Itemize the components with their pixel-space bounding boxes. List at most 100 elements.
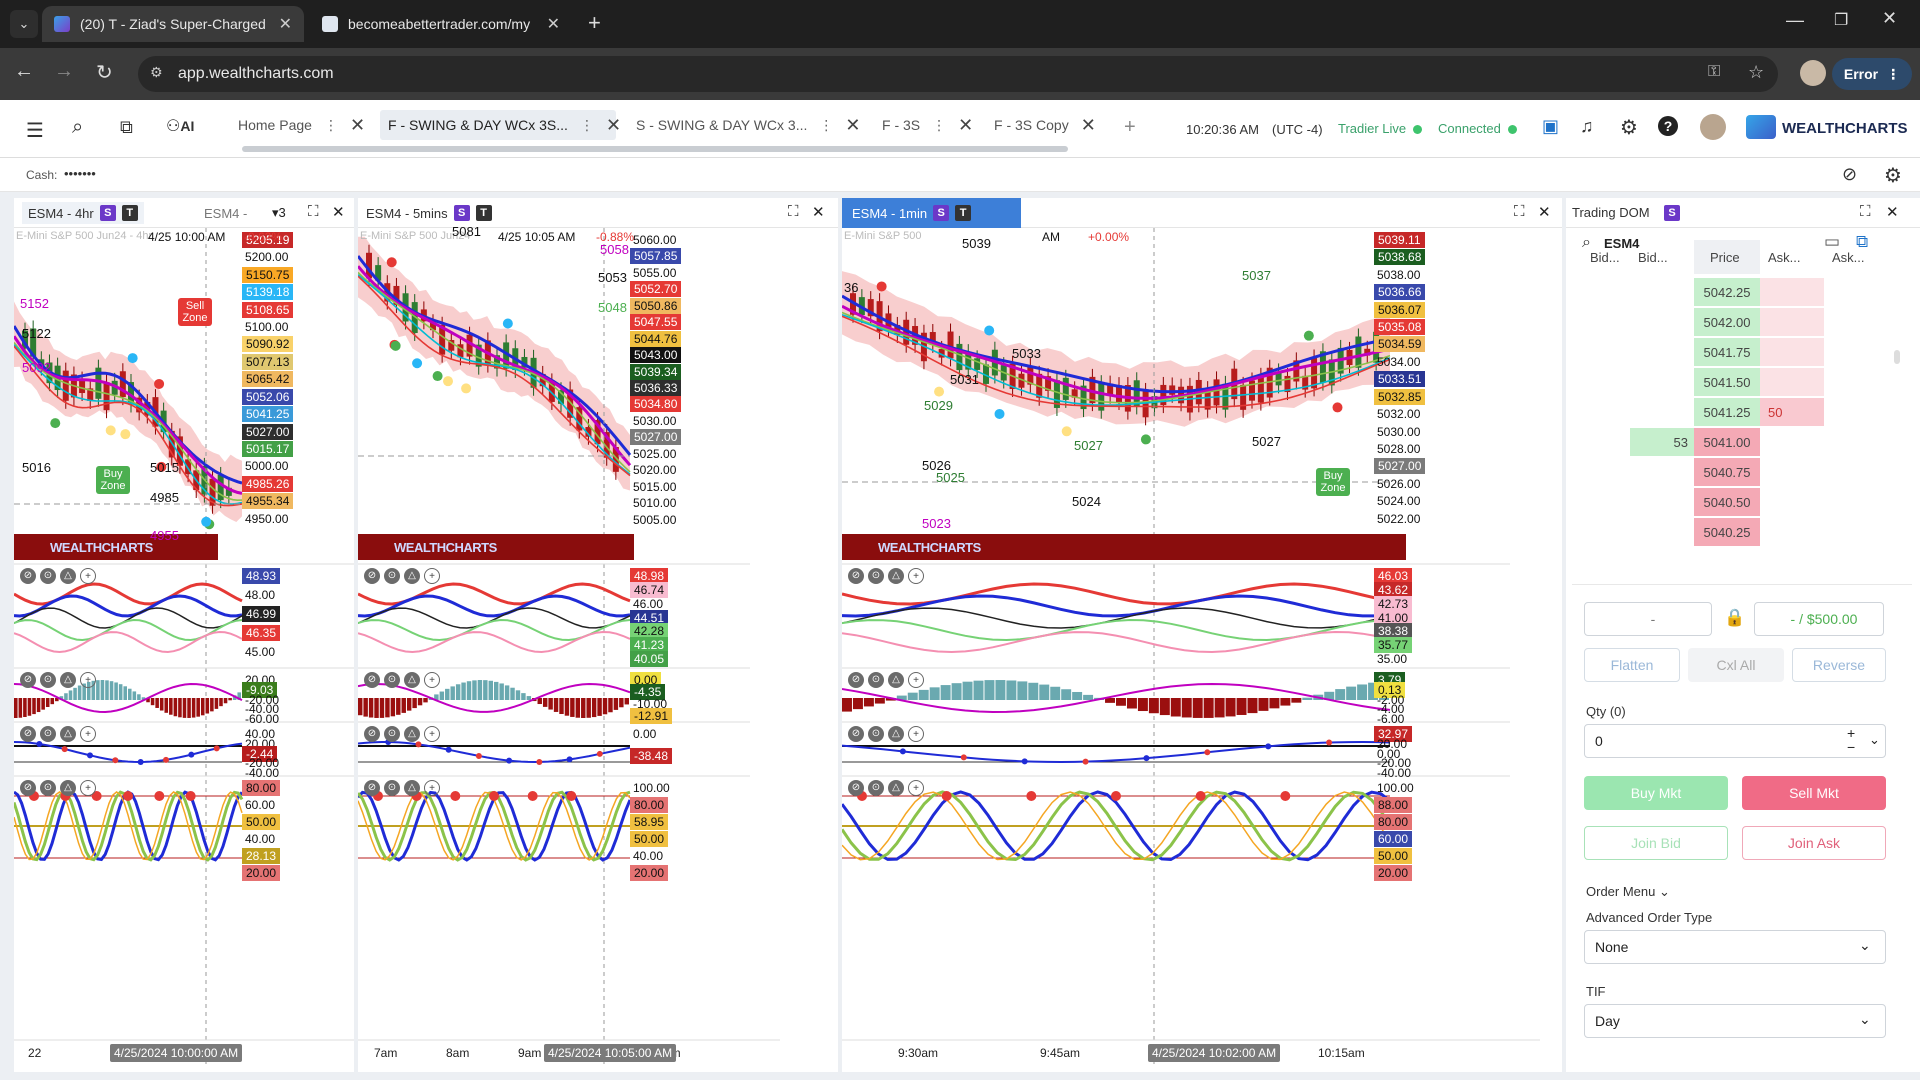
indicator-up-icon[interactable]: △ (60, 780, 76, 796)
chart-tab-esm4-4hr[interactable]: ESM4 - 4hr S T (22, 202, 144, 224)
indicator-settings-icon[interactable]: ⊙ (868, 726, 884, 742)
tab-count-dropdown-icon[interactable]: ▾3 (272, 205, 286, 221)
close-panel-icon[interactable]: ✕ (1538, 203, 1551, 221)
reverse-button[interactable]: Reverse (1792, 648, 1886, 682)
help-icon[interactable]: ? (1658, 116, 1678, 136)
chart-tab-esm4-5mins[interactable]: ESM4 - 5mins S T (366, 202, 492, 224)
close-tab-icon[interactable]: ✕ (845, 115, 860, 136)
back-arrow-icon[interactable]: ← (14, 60, 34, 83)
tab-options-icon[interactable]: ⋮ (580, 117, 594, 134)
indicator-settings-icon[interactable]: ⊙ (868, 780, 884, 796)
dom-price-cell[interactable]: 5040.25 (1694, 518, 1760, 548)
add-indicator-icon[interactable]: + (908, 726, 924, 742)
add-indicator-icon[interactable]: + (908, 780, 924, 796)
indicator-settings-icon[interactable]: ⊙ (868, 568, 884, 584)
indicator-up-icon[interactable]: △ (888, 568, 904, 584)
add-indicator-icon[interactable]: + (80, 568, 96, 584)
site-info-icon[interactable]: ⚙ (150, 64, 163, 81)
indicator-settings-icon[interactable]: ⊙ (384, 780, 400, 796)
close-tab-icon[interactable]: ✕ (279, 14, 292, 34)
pnl-field[interactable]: - / $500.00 (1754, 602, 1884, 636)
restore-window-icon[interactable]: ❐ (1834, 10, 1848, 30)
tab-options-icon[interactable]: ⋮ (819, 117, 833, 134)
add-indicator-icon[interactable]: + (424, 780, 440, 796)
dom-price-cell[interactable]: 5041.75 (1694, 338, 1760, 368)
close-window-icon[interactable]: ✕ (1882, 8, 1897, 29)
dom-ask-cell[interactable] (1760, 458, 1824, 488)
add-indicator-icon[interactable]: + (424, 672, 440, 688)
dom-price-cell[interactable]: 5041.25 (1694, 398, 1760, 428)
close-tab-icon[interactable]: ✕ (1081, 115, 1096, 136)
add-indicator-icon[interactable]: + (424, 726, 440, 742)
dom-row[interactable]: 5042.25 (1630, 278, 1906, 308)
dom-bid-cell[interactable] (1630, 398, 1694, 428)
flatten-button[interactable]: Flatten (1584, 648, 1680, 682)
indicator-settings-icon[interactable]: ⊙ (384, 672, 400, 688)
dom-bid-cell[interactable] (1630, 308, 1694, 338)
indicator-settings-icon[interactable]: ⊙ (40, 780, 56, 796)
indicator-up-icon[interactable]: △ (60, 568, 76, 584)
lock-icon[interactable]: 🔒 (1724, 608, 1745, 628)
dom-price-cell[interactable]: 5042.00 (1694, 308, 1760, 338)
close-panel-icon[interactable]: ✕ (1886, 203, 1899, 221)
chart-canvas[interactable] (842, 228, 1562, 1072)
dom-ask-cell[interactable] (1760, 308, 1824, 338)
tab-options-icon[interactable]: ⋮ (324, 117, 338, 134)
add-indicator-icon[interactable]: + (908, 672, 924, 688)
bookmark-star-icon[interactable]: ☆ (1748, 62, 1764, 83)
dom-price-cell[interactable]: 5041.50 (1694, 368, 1760, 398)
indicator-up-icon[interactable]: △ (404, 568, 420, 584)
user-avatar[interactable] (1700, 114, 1726, 140)
dom-row[interactable]: 5040.75 (1630, 458, 1906, 488)
tab-s-swing-day[interactable]: S - SWING & DAY WCx 3... ⋮ ✕ (628, 110, 860, 140)
join-bid-button[interactable]: Join Bid (1584, 826, 1728, 860)
password-key-icon[interactable]: ⚿ (1708, 63, 1720, 81)
close-tab-icon[interactable]: ✕ (547, 14, 560, 34)
dom-bid-cell[interactable] (1630, 368, 1694, 398)
maximize-panel-icon[interactable]: ⛶ (1514, 203, 1525, 220)
close-panel-icon[interactable]: ✕ (812, 203, 825, 221)
kebab-menu-icon[interactable]: ⋮ (1886, 66, 1900, 83)
add-indicator-icon[interactable]: + (424, 568, 440, 584)
add-indicator-icon[interactable]: + (80, 780, 96, 796)
advanced-order-type-select[interactable]: None ⌄ (1584, 930, 1886, 964)
profile-error-button[interactable]: Error ⋮ (1832, 58, 1912, 90)
indicator-up-icon[interactable]: △ (404, 726, 420, 742)
hide-indicator-icon[interactable]: ⊘ (20, 726, 36, 742)
indicator-up-icon[interactable]: △ (404, 672, 420, 688)
hide-indicator-icon[interactable]: ⊘ (364, 726, 380, 742)
notifications-bell-icon[interactable]: ♫ (1580, 116, 1594, 137)
position-field[interactable]: - (1584, 602, 1712, 636)
new-tab-button[interactable]: + (588, 10, 601, 36)
chart-canvas[interactable] (14, 228, 354, 1072)
maximize-panel-icon[interactable]: ⛶ (308, 203, 319, 220)
indicator-settings-icon[interactable]: ⊙ (384, 568, 400, 584)
add-tab-icon[interactable]: + (1124, 116, 1136, 139)
dom-bid-cell[interactable] (1630, 518, 1694, 548)
hide-indicator-icon[interactable]: ⊘ (848, 726, 864, 742)
close-tab-icon[interactable]: ✕ (958, 115, 973, 136)
indicator-settings-icon[interactable]: ⊙ (40, 568, 56, 584)
hide-indicator-icon[interactable]: ⊘ (20, 780, 36, 796)
layouts-icon[interactable]: ⧉ (120, 117, 133, 138)
browser-tab-becomeabettertrader[interactable]: becomeabettertrader.com/my ✕ (310, 6, 572, 42)
dom-row[interactable]: 5041.75 (1630, 338, 1906, 368)
tradier-status[interactable]: Tradier Live (1338, 121, 1406, 136)
hide-indicator-icon[interactable]: ⊘ (364, 568, 380, 584)
indicator-up-icon[interactable]: △ (888, 726, 904, 742)
tif-select[interactable]: Day ⌄ (1584, 1004, 1886, 1038)
settings-gear-icon[interactable]: ⚙ (1620, 115, 1638, 140)
url-omnibox[interactable]: ⚙ app.wealthcharts.com ⚿ ☆ (138, 56, 1778, 92)
indicator-up-icon[interactable]: △ (60, 726, 76, 742)
dom-price-cell[interactable]: 5040.75 (1694, 458, 1760, 488)
close-panel-icon[interactable]: ✕ (332, 203, 345, 221)
chart-tab-esm4[interactable]: ESM4 - (204, 202, 247, 224)
chart-tab-esm4-1min[interactable]: ESM4 - 1min S T (842, 198, 1022, 228)
dom-layout-icon[interactable]: ▭ (1824, 232, 1840, 252)
indicator-up-icon[interactable]: △ (888, 672, 904, 688)
dom-ask-cell[interactable]: 50 (1760, 398, 1824, 428)
hide-indicator-icon[interactable]: ⊘ (20, 672, 36, 688)
indicator-settings-icon[interactable]: ⊙ (868, 672, 884, 688)
dom-bid-cell[interactable] (1630, 278, 1694, 308)
hamburger-menu-icon[interactable]: ☰ (26, 118, 44, 143)
